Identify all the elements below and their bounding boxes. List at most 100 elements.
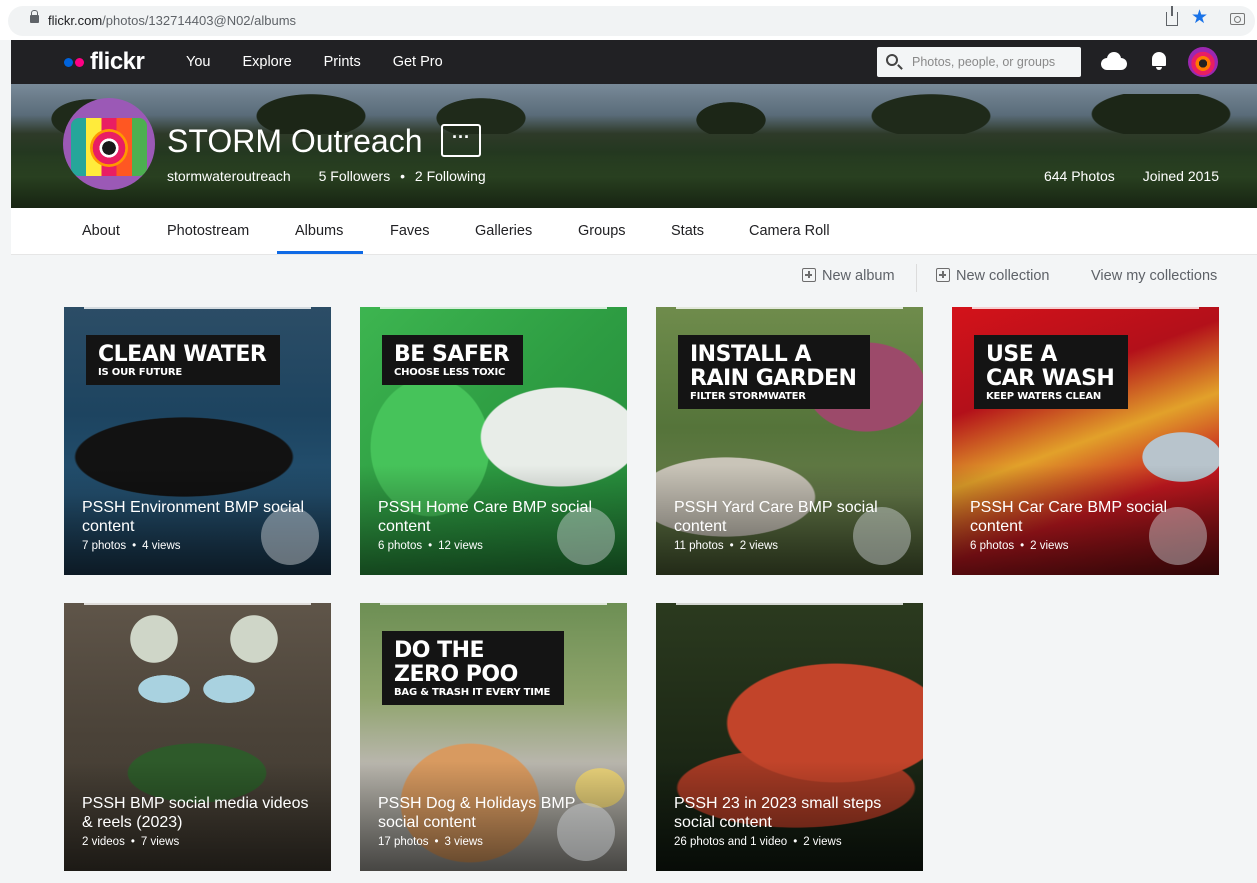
profile-stats: 644 Photos Joined 2015 bbox=[1044, 168, 1219, 184]
album-label-box: USE A CAR WASH KEEP WATERS CLEAN bbox=[974, 335, 1129, 409]
more-options-button[interactable]: ··· bbox=[441, 124, 481, 157]
album-label-headline: RAIN GARDEN bbox=[690, 366, 857, 391]
album-card[interactable]: DO THE ZERO POO BAG & TRASH IT EVERY TIM… bbox=[360, 603, 627, 871]
search-box[interactable]: Photos, people, or groups bbox=[877, 47, 1081, 77]
logo-blue-dot bbox=[64, 57, 73, 67]
logo-pink-dot bbox=[75, 57, 84, 67]
album-label-tagline: CHOOSE LESS TOXIC bbox=[394, 367, 506, 378]
album-card[interactable]: PSSH 23 in 2023 small steps social conte… bbox=[656, 603, 923, 871]
profile-meta: stormwateroutreach 5 Followers • 2 Follo… bbox=[167, 168, 486, 184]
bookmark-star-icon[interactable]: ★ bbox=[1191, 8, 1208, 27]
album-meta: 17 photos • 3 views bbox=[378, 836, 483, 848]
profile-avatar[interactable] bbox=[63, 98, 155, 190]
album-meta: 6 photos • 12 views bbox=[378, 540, 483, 552]
album-title[interactable]: PSSH Environment BMP social content bbox=[82, 498, 312, 536]
tab-photostream[interactable]: Photostream bbox=[167, 223, 249, 239]
album-count: 6 photos bbox=[970, 540, 1015, 552]
camera-icon[interactable] bbox=[1230, 13, 1245, 25]
profile-name: STORM Outreach bbox=[167, 123, 423, 159]
url-text[interactable]: flickr.com/photos/132714403@N02/albums bbox=[48, 13, 296, 28]
album-count: 2 videos bbox=[82, 836, 125, 848]
share-icon[interactable] bbox=[1166, 6, 1178, 26]
album-label-headline: INSTALL A bbox=[690, 342, 812, 367]
action-divider bbox=[916, 264, 917, 292]
logo-text: flickr bbox=[90, 48, 145, 75]
album-count: 7 photos bbox=[82, 540, 127, 552]
album-views: 2 views bbox=[803, 836, 842, 848]
search-input[interactable]: Photos, people, or groups bbox=[912, 55, 1055, 69]
album-label-headline: CLEAN WATER bbox=[98, 342, 267, 367]
notifications-bell-icon[interactable] bbox=[1152, 52, 1166, 70]
nav-prints[interactable]: Prints bbox=[324, 54, 361, 70]
new-collection-label: New collection bbox=[956, 268, 1050, 284]
following-link[interactable]: 2 Following bbox=[415, 168, 486, 184]
album-title[interactable]: PSSH Dog & Holidays BMP social content bbox=[378, 794, 608, 832]
album-label-headline: DO THE bbox=[394, 638, 485, 663]
album-label-headline: BE SAFER bbox=[394, 342, 510, 367]
upload-icon[interactable] bbox=[1101, 52, 1127, 70]
album-views: 7 views bbox=[140, 836, 180, 848]
followers-link[interactable]: 5 Followers bbox=[319, 168, 391, 184]
browser-url-bar: flickr.com/photos/132714403@N02/albums ★ bbox=[0, 0, 1257, 40]
album-card[interactable]: BE SAFER CHOOSE LESS TOXIC PSSH Home Car… bbox=[360, 307, 627, 575]
album-title[interactable]: PSSH 23 in 2023 small steps social conte… bbox=[674, 794, 904, 832]
profile-tabs: About Photostream Albums Faves Galleries… bbox=[11, 208, 1257, 255]
album-title[interactable]: PSSH Car Care BMP social content bbox=[970, 498, 1200, 536]
site-header: flickr You Explore Prints Get Pro Photos… bbox=[11, 40, 1257, 84]
album-count: 17 photos bbox=[378, 836, 429, 848]
album-meta: 7 photos • 4 views bbox=[82, 540, 181, 552]
album-views: 4 views bbox=[142, 540, 181, 552]
album-label-tagline: BAG & TRASH IT EVERY TIME bbox=[394, 687, 551, 698]
search-icon[interactable] bbox=[886, 54, 898, 66]
album-label-tagline: IS OUR FUTURE bbox=[98, 367, 183, 378]
lock-icon[interactable] bbox=[30, 10, 39, 23]
flickr-logo[interactable]: flickr bbox=[64, 48, 145, 75]
camera-logo-lens bbox=[90, 129, 128, 167]
album-label-headline: CAR WASH bbox=[986, 366, 1115, 391]
album-label-tagline: KEEP WATERS CLEAN bbox=[986, 391, 1102, 402]
tab-stats[interactable]: Stats bbox=[671, 223, 704, 239]
new-album-icon bbox=[802, 268, 816, 282]
meta-separator: • bbox=[400, 168, 405, 184]
tab-galleries[interactable]: Galleries bbox=[475, 223, 532, 239]
tab-faves[interactable]: Faves bbox=[390, 223, 430, 239]
profile-cover: STORM Outreach ··· stormwateroutreach 5 … bbox=[11, 84, 1257, 208]
active-tab-indicator bbox=[277, 251, 363, 254]
album-views: 3 views bbox=[444, 836, 483, 848]
joined-date: Joined 2015 bbox=[1142, 168, 1219, 184]
album-meta: 2 videos • 7 views bbox=[82, 836, 180, 848]
album-card[interactable]: USE A CAR WASH KEEP WATERS CLEAN PSSH Ca… bbox=[952, 307, 1219, 575]
album-card[interactable]: INSTALL A RAIN GARDEN FILTER STORMWATER … bbox=[656, 307, 923, 575]
album-card[interactable]: CLEAN WATER IS OUR FUTURE PSSH Environme… bbox=[64, 307, 331, 575]
view-collections-link[interactable]: View my collections bbox=[1091, 268, 1217, 284]
album-label-tagline: FILTER STORMWATER bbox=[690, 391, 806, 402]
tab-about[interactable]: About bbox=[82, 223, 120, 239]
album-label-headline: USE A bbox=[986, 342, 1057, 367]
album-title[interactable]: PSSH BMP social media videos & reels (20… bbox=[82, 794, 312, 832]
album-title[interactable]: PSSH Yard Care BMP social content bbox=[674, 498, 904, 536]
profile-username: stormwateroutreach bbox=[167, 168, 291, 184]
tab-camera-roll[interactable]: Camera Roll bbox=[749, 223, 830, 239]
album-label-box: DO THE ZERO POO BAG & TRASH IT EVERY TIM… bbox=[382, 631, 565, 705]
album-count: 11 photos bbox=[674, 540, 724, 552]
new-collection-button[interactable]: New collection bbox=[936, 268, 1050, 284]
main-nav: You Explore Prints Get Pro bbox=[186, 54, 475, 70]
album-title[interactable]: PSSH Home Care BMP social content bbox=[378, 498, 608, 536]
album-label-box: BE SAFER CHOOSE LESS TOXIC bbox=[382, 335, 524, 385]
new-album-button[interactable]: New album bbox=[802, 268, 895, 284]
new-collection-icon bbox=[936, 268, 950, 282]
nav-you[interactable]: You bbox=[186, 54, 210, 70]
album-meta: 11 photos • 2 views bbox=[674, 540, 779, 552]
album-card[interactable]: PSSH BMP social media videos & reels (20… bbox=[64, 603, 331, 871]
tab-albums[interactable]: Albums bbox=[295, 223, 343, 239]
album-label-box: CLEAN WATER IS OUR FUTURE bbox=[86, 335, 281, 385]
nav-explore[interactable]: Explore bbox=[242, 54, 291, 70]
album-views: 12 views bbox=[438, 540, 483, 552]
photo-count: 644 Photos bbox=[1043, 168, 1115, 184]
album-count: 26 photos and 1 video bbox=[674, 836, 788, 848]
user-avatar[interactable] bbox=[1188, 47, 1218, 77]
nav-get-pro[interactable]: Get Pro bbox=[393, 54, 443, 70]
new-album-label: New album bbox=[822, 268, 895, 284]
tab-groups[interactable]: Groups bbox=[578, 223, 626, 239]
album-meta: 26 photos and 1 video • 2 views bbox=[674, 836, 842, 848]
